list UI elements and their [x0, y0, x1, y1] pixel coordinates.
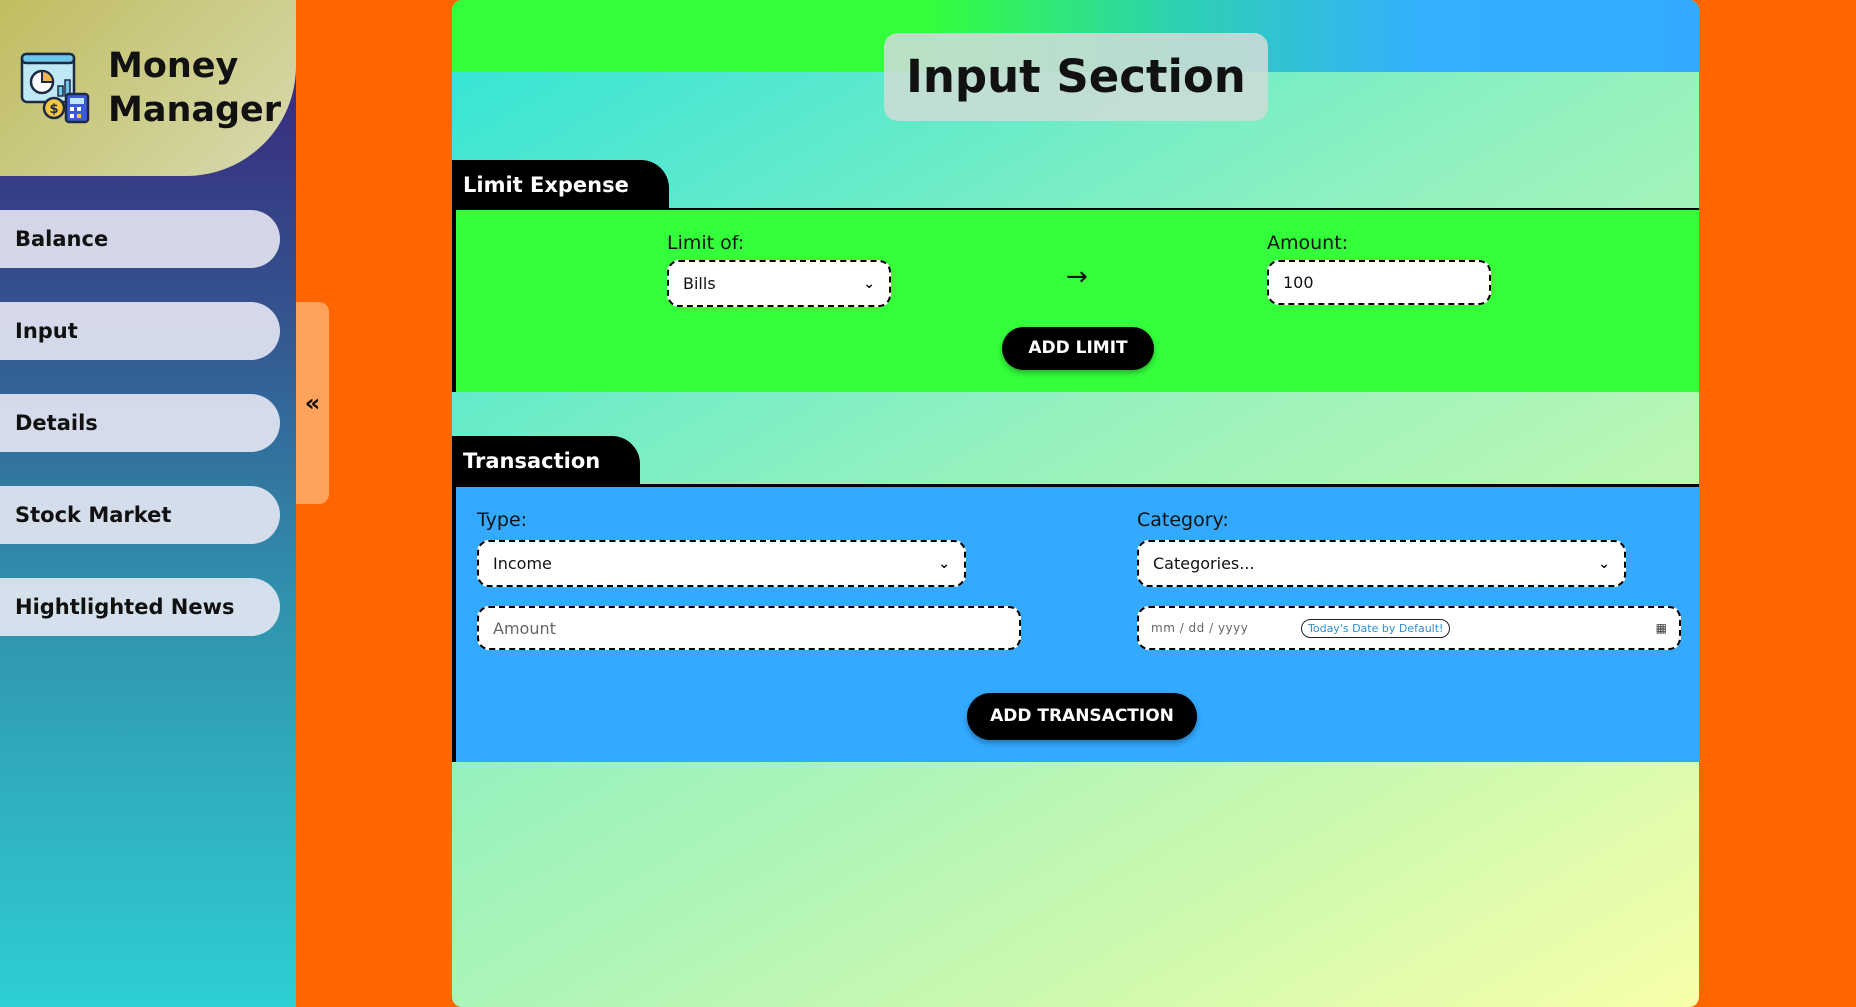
sidebar-item-details[interactable]: Details: [0, 394, 280, 452]
add-limit-button[interactable]: ADD LIMIT: [1002, 327, 1154, 370]
transaction-form: Type: Income ⌄ Category: Categories... ⌄…: [452, 487, 1699, 762]
amount-label: Amount:: [1267, 232, 1349, 254]
limit-amount-input[interactable]: 100: [1267, 260, 1491, 305]
limit-of-value: Bills: [683, 274, 716, 293]
amount-placeholder: Amount: [493, 618, 556, 638]
main-panel: Input Section Limit Expense Limit of: Bi…: [452, 0, 1699, 1007]
app-title: Money Manager: [108, 46, 282, 130]
chevron-down-icon: ⌄: [863, 275, 875, 292]
brand-header: $ Money Manager: [0, 0, 296, 176]
limit-section-heading: Limit Expense: [452, 160, 669, 210]
chevron-down-icon: ⌄: [1598, 555, 1610, 572]
sidebar-item-balance[interactable]: Balance: [0, 210, 280, 268]
type-label: Type:: [477, 509, 528, 531]
page-title: Input Section: [884, 33, 1268, 121]
date-placeholder: mm / dd / yyyy: [1151, 621, 1249, 635]
sidebar-item-highlighted-news[interactable]: Hightlighted News: [0, 578, 280, 636]
type-select[interactable]: Income ⌄: [477, 540, 966, 587]
finance-dashboard-icon: $: [20, 52, 90, 124]
svg-text:$: $: [49, 102, 58, 117]
limit-of-label: Limit of:: [667, 232, 745, 254]
date-default-hint: Today's Date by Default!: [1301, 618, 1451, 638]
limit-amount-value: 100: [1283, 273, 1314, 292]
sidebar-item-stock-market[interactable]: Stock Market: [0, 486, 280, 544]
double-chevron-left-icon: «: [304, 389, 321, 417]
type-value: Income: [493, 554, 552, 573]
sidebar-item-input[interactable]: Input: [0, 302, 280, 360]
sidebar-collapse-button[interactable]: «: [296, 302, 329, 504]
transaction-amount-input[interactable]: Amount: [477, 606, 1021, 650]
transaction-date-input[interactable]: mm / dd / yyyy Today's Date by Default! …: [1137, 606, 1681, 650]
limit-expense-form: Limit of: Bills ⌄ → Amount: 100 ADD LIMI…: [452, 210, 1699, 392]
calendar-icon[interactable]: ▦: [1656, 621, 1667, 635]
transaction-section-heading: Transaction: [452, 436, 641, 486]
arrow-right-icon: →: [1066, 262, 1088, 292]
category-select[interactable]: Categories... ⌄: [1137, 540, 1626, 587]
add-transaction-button[interactable]: ADD TRANSACTION: [967, 693, 1197, 740]
category-label: Category:: [1137, 509, 1229, 531]
limit-of-select[interactable]: Bills ⌄: [667, 260, 891, 307]
category-value: Categories...: [1153, 554, 1255, 573]
chevron-down-icon: ⌄: [938, 555, 950, 572]
sidebar: $ Money Manager Balance Input Details St…: [0, 0, 296, 1007]
